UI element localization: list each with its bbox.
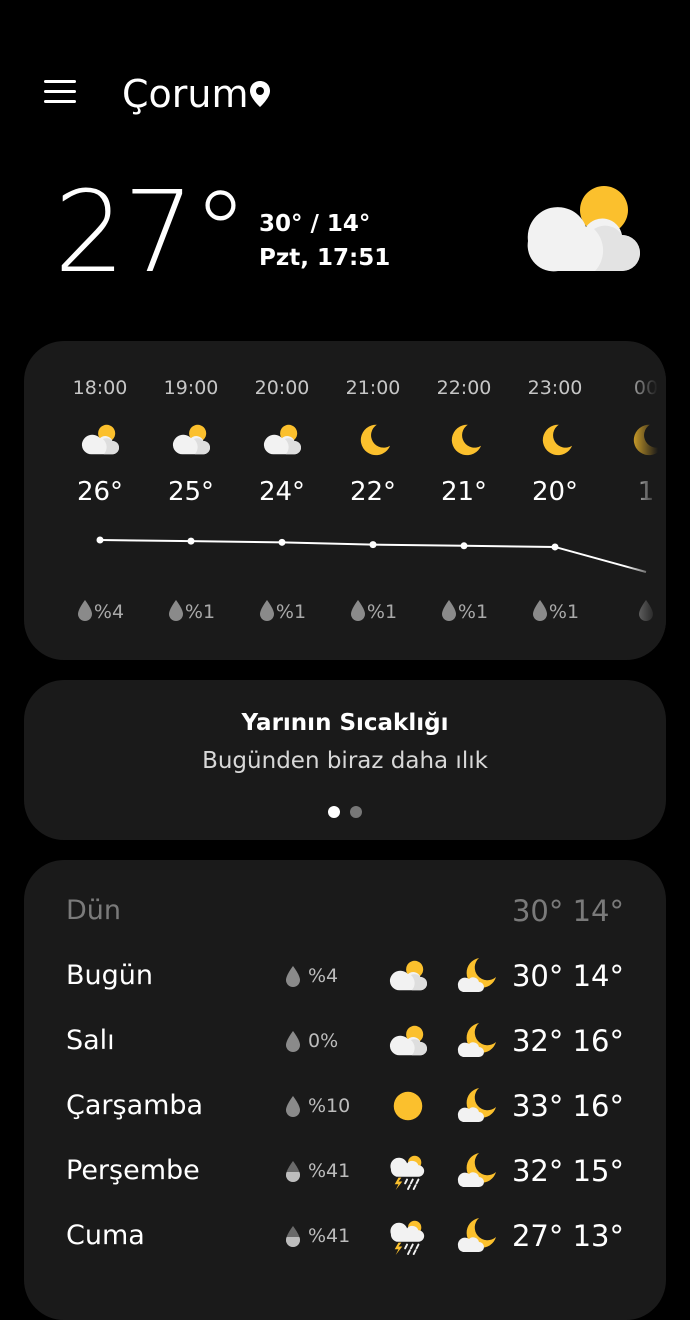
moon-icon	[327, 421, 419, 457]
day-temps: 30° 14°	[511, 959, 624, 993]
trend-point	[369, 541, 377, 549]
trend-point	[460, 542, 468, 550]
day-temps: 33° 16°	[511, 1089, 624, 1123]
drop-icon	[258, 599, 276, 626]
hour-precip-value: %1	[366, 601, 398, 623]
day-precipitation: %41	[308, 1225, 351, 1247]
drop-icon	[440, 599, 458, 626]
day-precipitation: %4	[308, 965, 339, 987]
hourly-forecast-card[interactable]: 18:00 26° %4 19:00 25° %1 20:00 24° %1 21:0…	[24, 341, 666, 660]
drop-icon	[167, 599, 185, 626]
tomorrow-title: Yarının Sıcaklığı	[241, 710, 449, 736]
day-name: Bugün	[66, 960, 153, 991]
day-precipitation: 0%	[308, 1030, 339, 1052]
yesterday-label: Dün	[66, 895, 122, 926]
city-name[interactable]: Çorum	[122, 68, 249, 120]
day-row[interactable]: Cuma %41 27° 13°	[24, 1211, 666, 1261]
scroll-fade	[626, 341, 666, 660]
hour-precipitation: %4	[54, 599, 146, 626]
day-name: Çarşamba	[66, 1090, 204, 1121]
yesterday-temps: 30° 14°	[511, 894, 624, 928]
hour-precip-value: %1	[457, 601, 489, 623]
hour-temp: 20°	[531, 477, 579, 507]
drop-icon	[284, 965, 302, 987]
hour-precipitation: %1	[418, 599, 510, 626]
hamburger-menu-icon[interactable]	[44, 78, 78, 106]
hour-time: 22:00	[436, 377, 492, 399]
day-row[interactable]: Perşembe %41 32° 15°	[24, 1146, 666, 1196]
tomorrow-temperature-card[interactable]: Yarının Sıcaklığı Bugünden biraz daha ıl…	[24, 680, 666, 840]
day-precipitation: %41	[308, 1160, 351, 1182]
page-dot[interactable]	[350, 806, 362, 818]
trend-point	[187, 537, 195, 545]
partly-cloudy-day-icon	[145, 421, 237, 457]
drop-icon	[531, 599, 549, 626]
day-temps: 32° 15°	[511, 1154, 624, 1188]
day-name: Salı	[66, 1025, 115, 1056]
hour-temp: 25°	[167, 477, 215, 507]
drop-icon	[284, 1225, 302, 1247]
trend-point	[551, 543, 559, 551]
yesterday-row: Dün 30° 14°	[24, 886, 666, 936]
day-time: Pzt, 17:51	[259, 245, 391, 271]
hour-precip-value: %1	[184, 601, 216, 623]
hour-precip-value: %1	[275, 601, 307, 623]
partly-cloudy-night-icon	[454, 1215, 500, 1255]
hour-temp: 24°	[258, 477, 306, 507]
day-row[interactable]: Çarşamba %10 33° 16°	[24, 1081, 666, 1131]
drop-icon	[284, 1160, 302, 1182]
current-temperature: 27°	[54, 168, 249, 298]
drop-icon	[349, 599, 367, 626]
partly-cloudy-day-icon	[236, 421, 328, 457]
hour-time: 23:00	[527, 377, 583, 399]
hour-time: 21:00	[345, 377, 401, 399]
sun-icon	[386, 1087, 430, 1125]
drop-icon	[76, 599, 94, 626]
drop-icon	[284, 1095, 302, 1117]
day-row[interactable]: Salı 0% 32° 16°	[24, 1016, 666, 1066]
trend-point	[96, 536, 104, 544]
high-low-temperature: 30° / 14°	[259, 211, 371, 237]
hour-precip-value: %1	[548, 601, 580, 623]
day-temps: 32° 16°	[511, 1024, 624, 1058]
hour-precipitation: %1	[327, 599, 419, 626]
tomorrow-subtitle: Bugünden biraz daha ılık	[202, 748, 488, 774]
day-row[interactable]: Bugün %4 30° 14°	[24, 951, 666, 1001]
hour-time: 20:00	[254, 377, 310, 399]
partly-cloudy-day-icon	[527, 186, 640, 272]
hour-time: 19:00	[163, 377, 219, 399]
partly-cloudy-night-icon	[454, 1085, 500, 1125]
drop-icon	[284, 1030, 302, 1052]
hour-precipitation: %1	[236, 599, 328, 626]
hour-temp: 26°	[76, 477, 124, 507]
trend-point	[278, 538, 286, 546]
partly-cloudy-day-icon	[54, 421, 146, 457]
hour-precip-value: %4	[93, 601, 125, 623]
daily-forecast-card[interactable]: Dün 30° 14° Bugün %4 30° 14° Salı 0% 32° …	[24, 860, 666, 1320]
partly-cloudy-night-icon	[454, 955, 500, 995]
partly-cloudy-night-icon	[454, 1020, 500, 1060]
partly-cloudy-day-icon	[386, 957, 430, 995]
partly-cloudy-night-icon	[454, 1150, 500, 1190]
day-name: Cuma	[66, 1220, 145, 1251]
thunderstorm-icon	[386, 1152, 430, 1190]
hour-temp: 21°	[440, 477, 488, 507]
hour-temp: 22°	[349, 477, 397, 507]
partly-cloudy-day-icon	[386, 1022, 430, 1060]
day-name: Perşembe	[66, 1155, 200, 1186]
page-dot-active[interactable]	[328, 806, 340, 818]
thunderstorm-icon	[386, 1217, 430, 1255]
moon-icon	[509, 421, 601, 457]
hour-time: 18:00	[72, 377, 128, 399]
day-precipitation: %10	[308, 1095, 351, 1117]
location-pin-icon[interactable]	[248, 80, 272, 108]
hour-precipitation: %1	[509, 599, 601, 626]
day-temps: 27° 13°	[511, 1219, 624, 1253]
moon-icon	[418, 421, 510, 457]
hour-precipitation: %1	[145, 599, 237, 626]
